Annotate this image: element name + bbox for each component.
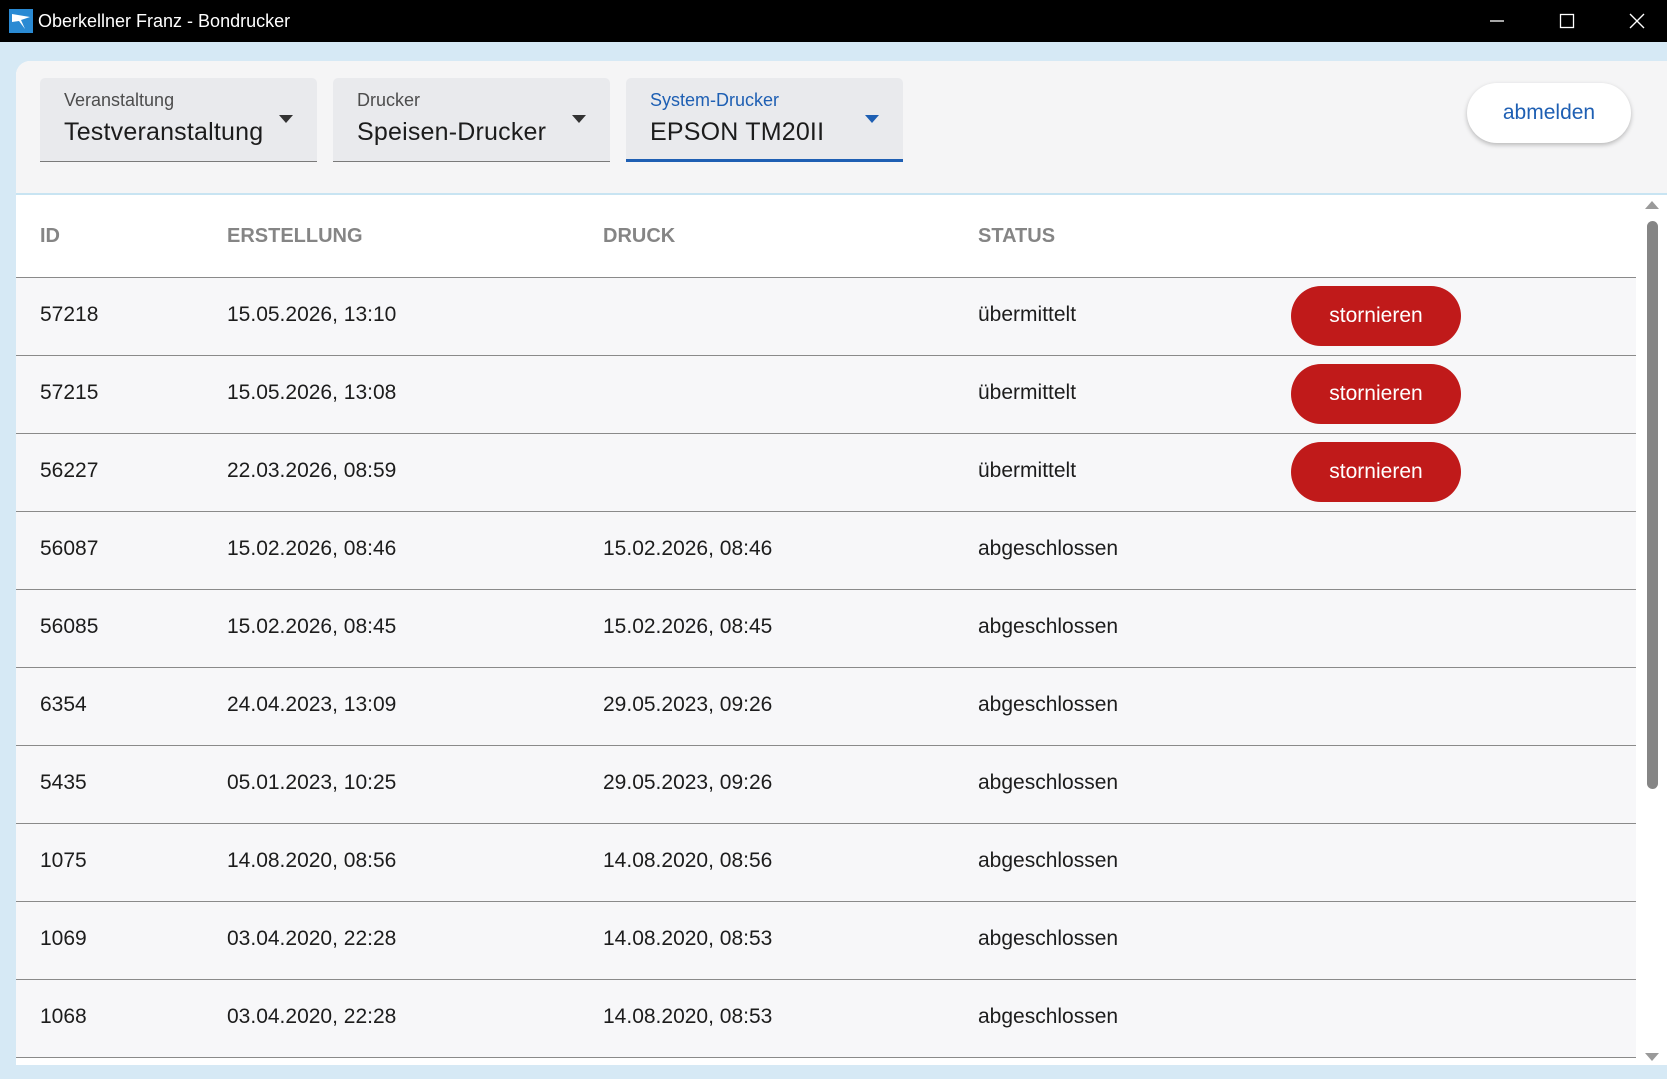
cell-id: 1075 (40, 849, 87, 872)
title-bar: Oberkellner Franz - Bondrucker (0, 0, 1667, 42)
cell-status: abgeschlossen (978, 771, 1119, 794)
printer-select-label: Drucker (357, 90, 421, 110)
dropdown-arrow-icon (865, 115, 879, 123)
cell-erstellung: 03.04.2020, 22:28 (227, 927, 397, 950)
toolbar: Veranstaltung Testveranstaltung Drucker … (16, 61, 1667, 195)
close-button[interactable] (1602, 0, 1667, 42)
cell-id: 57215 (40, 381, 99, 404)
cell-erstellung: 15.02.2026, 08:46 (227, 537, 397, 560)
cell-id: 1069 (40, 927, 87, 950)
table-row[interactable]: 5435 05.01.2023, 10:25 29.05.2023, 09:26 ab… (16, 746, 1636, 824)
cell-erstellung: 24.04.2023, 13:09 (227, 693, 397, 716)
table-row[interactable]: 57218 15.05.2026, 13:10 übermittelt stornie… (16, 278, 1636, 356)
event-select-label: Veranstaltung (64, 90, 175, 110)
cell-druck: 14.08.2020, 08:53 (603, 1005, 773, 1028)
cell-erstellung: 05.01.2023, 10:25 (227, 771, 397, 794)
cell-status: übermittelt (978, 303, 1077, 326)
table-header: ID ERSTELLUNG DRUCK STATUS (16, 195, 1636, 278)
cell-erstellung: 22.03.2026, 08:59 (227, 459, 397, 482)
dropdown-arrow-icon (279, 115, 293, 123)
maximize-button[interactable] (1532, 0, 1602, 42)
header-erstellung[interactable]: ERSTELLUNG (227, 225, 363, 248)
cell-druck: 14.08.2020, 08:53 (603, 927, 773, 950)
table-row[interactable]: 56085 15.02.2026, 08:45 15.02.2026, 08:45 a… (16, 590, 1636, 668)
cell-id: 56087 (40, 537, 99, 560)
system-printer-select-label: System-Drucker (650, 90, 780, 110)
cell-status: abgeschlossen (978, 693, 1119, 716)
app-logo-icon (9, 9, 33, 33)
cell-druck: 14.08.2020, 08:56 (603, 849, 773, 872)
table-row[interactable]: 6354 24.04.2023, 13:09 29.05.2023, 09:26 ab… (16, 668, 1636, 746)
table-row[interactable]: 1075 14.08.2020, 08:56 14.08.2020, 08:56 ab… (16, 824, 1636, 902)
system-printer-select[interactable]: System-Drucker EPSON TM20II (626, 78, 903, 162)
maximize-icon (1559, 13, 1575, 29)
table-row[interactable]: 57215 15.05.2026, 13:08 übermittelt stornie… (16, 356, 1636, 434)
window-title: Oberkellner Franz - Bondrucker (38, 11, 291, 31)
cell-druck: 15.02.2026, 08:46 (603, 537, 773, 560)
scrollbar-thumb[interactable] (1647, 221, 1658, 789)
close-icon (1629, 13, 1645, 29)
cell-erstellung: 14.08.2020, 08:56 (227, 849, 397, 872)
cell-status: übermittelt (978, 381, 1077, 404)
minimize-icon (1490, 20, 1504, 22)
event-select[interactable]: Veranstaltung Testveranstaltung (40, 78, 317, 162)
cell-id: 6354 (40, 693, 87, 716)
cell-id: 1068 (40, 1005, 87, 1028)
scroll-up-icon[interactable] (1645, 201, 1659, 209)
cell-id: 5435 (40, 771, 87, 794)
header-status[interactable]: STATUS (978, 225, 1055, 248)
cell-erstellung: 15.02.2026, 08:45 (227, 615, 397, 638)
printer-select[interactable]: Drucker Speisen-Drucker (333, 78, 610, 162)
cell-status: übermittelt (978, 459, 1077, 482)
header-druck[interactable]: DRUCK (603, 225, 675, 248)
cell-status: abgeschlossen (978, 615, 1119, 638)
dropdown-arrow-icon (572, 115, 586, 123)
cancel-button[interactable]: stornieren (1291, 364, 1461, 424)
cell-status: abgeschlossen (978, 1005, 1119, 1028)
cell-erstellung: 15.05.2026, 13:08 (227, 381, 397, 404)
cell-id: 57218 (40, 303, 99, 326)
table-body: 57218 15.05.2026, 13:10 übermittelt stornie… (16, 278, 1636, 1058)
table-row[interactable]: 56227 22.03.2026, 08:59 übermittelt stornie… (16, 434, 1636, 512)
cell-druck: 29.05.2023, 09:26 (603, 771, 773, 794)
header-id[interactable]: ID (40, 225, 60, 248)
event-select-value: Testveranstaltung (64, 118, 264, 146)
cell-erstellung: 03.04.2020, 22:28 (227, 1005, 397, 1028)
cell-druck: 29.05.2023, 09:26 (603, 693, 773, 716)
system-printer-select-value: EPSON TM20II (650, 118, 825, 146)
logout-button[interactable]: abmelden (1467, 83, 1631, 143)
cell-status: abgeschlossen (978, 849, 1119, 872)
vertical-scrollbar[interactable] (1637, 195, 1667, 1065)
cancel-button[interactable]: stornieren (1291, 286, 1461, 346)
table-row[interactable]: 1069 03.04.2020, 22:28 14.08.2020, 08:53 ab… (16, 902, 1636, 980)
table-row[interactable]: 56087 15.02.2026, 08:46 15.02.2026, 08:46 a… (16, 512, 1636, 590)
minimize-button[interactable] (1462, 0, 1532, 42)
orders-table: ID ERSTELLUNG DRUCK STATUS 57218 15.05.20… (16, 195, 1636, 1065)
cell-erstellung: 15.05.2026, 13:10 (227, 303, 397, 326)
main-card: Veranstaltung Testveranstaltung Drucker … (16, 61, 1667, 1065)
cell-id: 56227 (40, 459, 99, 482)
scroll-down-icon[interactable] (1645, 1053, 1659, 1061)
table-row[interactable]: 1068 03.04.2020, 22:28 14.08.2020, 08:53 ab… (16, 980, 1636, 1058)
cancel-button[interactable]: stornieren (1291, 442, 1461, 502)
cell-id: 56085 (40, 615, 99, 638)
cell-druck: 15.02.2026, 08:45 (603, 615, 773, 638)
printer-select-value: Speisen-Drucker (357, 118, 547, 146)
cell-status: abgeschlossen (978, 927, 1119, 950)
cell-status: abgeschlossen (978, 537, 1119, 560)
